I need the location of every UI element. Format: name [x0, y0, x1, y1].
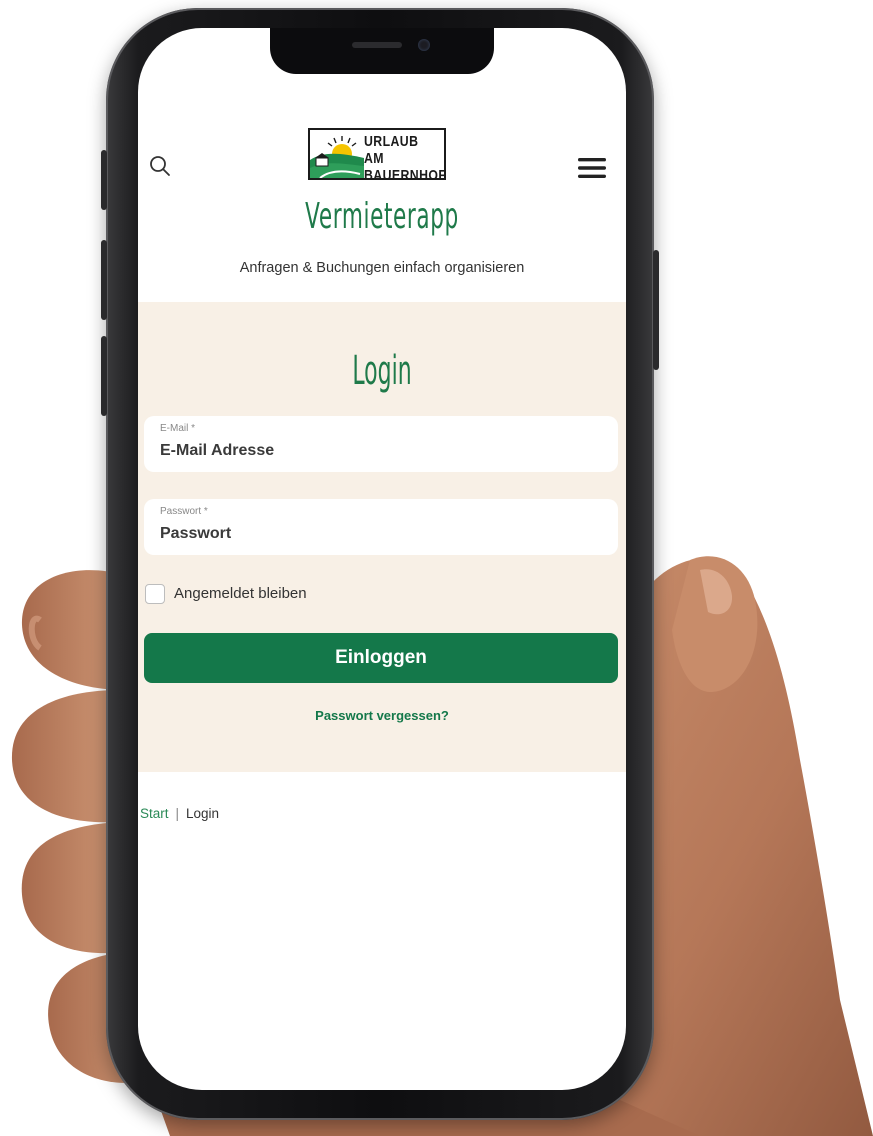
breadcrumb-current: Login — [186, 806, 220, 821]
phone-power-button — [653, 250, 659, 370]
password-input[interactable] — [160, 522, 600, 546]
email-input[interactable] — [160, 439, 600, 463]
phone-volume-up-button — [101, 240, 107, 320]
search-icon[interactable] — [148, 154, 172, 178]
remember-me-checkbox[interactable] — [145, 584, 165, 604]
hamburger-menu-icon[interactable] — [576, 156, 608, 180]
breadcrumb-start-link[interactable]: Start — [140, 806, 169, 821]
forgot-password-link[interactable]: Passwort vergessen? — [138, 708, 626, 723]
login-heading: Login — [352, 348, 412, 394]
app-subtitle: Anfragen & Buchungen einfach organisiere… — [239, 260, 525, 276]
phone-notch — [270, 28, 494, 74]
email-field[interactable]: E-Mail * — [144, 416, 618, 472]
login-panel: Login E-Mail * Passwort * Angemeldet ble… — [138, 302, 626, 772]
remember-me-label[interactable]: Angemeldet bleiben — [174, 585, 307, 602]
phone-screen: URLAUB AM BAUERNHOF Vermieterapp Anfrage… — [138, 28, 626, 1090]
breadcrumb-separator: | — [175, 806, 180, 821]
phone-volume-down-button — [101, 336, 107, 416]
speaker-grille — [352, 42, 402, 48]
logo-line-1: URLAUB AM — [364, 133, 419, 167]
email-field-label: E-Mail * — [160, 423, 196, 434]
phone-side-button — [101, 150, 107, 210]
password-field[interactable]: Passwort * — [144, 499, 618, 555]
login-button[interactable]: Einloggen — [144, 633, 618, 683]
password-field-label: Passwort * — [160, 506, 208, 517]
phone-mockup-scene: URLAUB AM BAUERNHOF Vermieterapp Anfrage… — [0, 0, 873, 1136]
logo-line-2: BAUERNHOF — [364, 167, 447, 184]
app-title: Vermieterapp — [305, 196, 459, 237]
front-camera — [418, 39, 430, 51]
breadcrumb: Start | Login — [140, 806, 219, 821]
logo-wordmark: URLAUB AM BAUERNHOF — [364, 133, 447, 184]
farm-landscape-icon — [310, 130, 364, 178]
brand-logo[interactable]: URLAUB AM BAUERNHOF — [308, 128, 446, 184]
